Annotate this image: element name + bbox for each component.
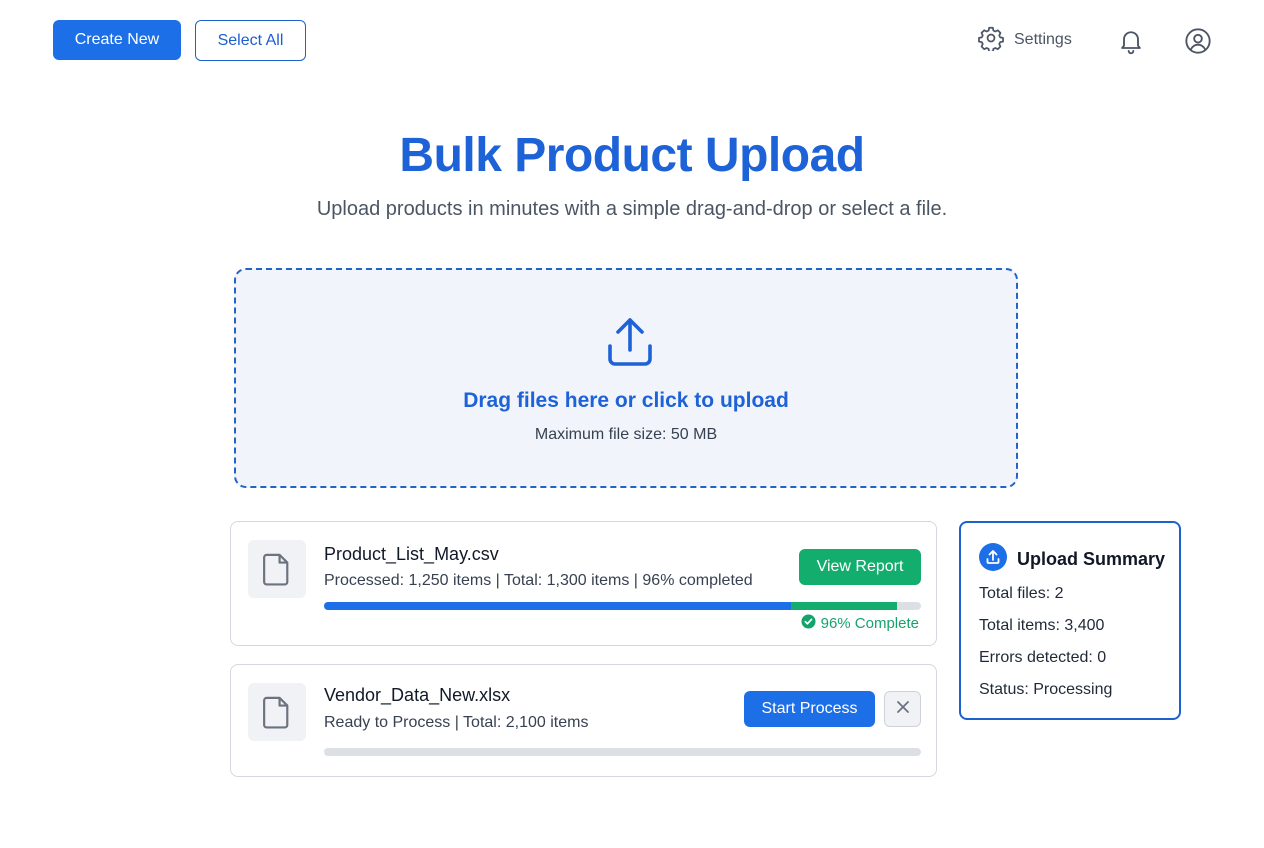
summary-title: Upload Summary [1017, 549, 1166, 569]
settings-button[interactable]: Settings [978, 26, 1072, 54]
start-process-button[interactable]: Start Process [744, 691, 875, 727]
file-meta: Ready to Process | Total: 2,100 items [324, 714, 589, 731]
summary-status: Status: Processing [979, 681, 1113, 698]
summary-total-files: Total files: 2 [979, 585, 1064, 602]
document-icon [248, 540, 306, 598]
progress-bar-fill-complete [791, 602, 898, 610]
user-profile-icon[interactable] [1184, 27, 1212, 55]
gear-icon [978, 25, 1004, 56]
summary-total-items: Total items: 3,400 [979, 617, 1105, 634]
upload-icon [600, 312, 660, 372]
progress-bar [324, 602, 921, 610]
file-name: Product_List_May.csv [324, 544, 499, 564]
file-meta: Processed: 1,250 items | Total: 1,300 it… [324, 572, 753, 589]
settings-label: Settings [1014, 31, 1072, 48]
create-new-button[interactable]: Create New [53, 20, 181, 60]
progress-bar-fill [324, 602, 792, 610]
file-card: Vendor_Data_New.xlsx Ready to Process | … [230, 664, 937, 777]
file-name: Vendor_Data_New.xlsx [324, 685, 511, 705]
select-all-button[interactable]: Select All [195, 20, 306, 61]
document-icon [248, 683, 306, 741]
summary-errors: Errors detected: 0 [979, 649, 1107, 666]
view-report-button[interactable]: View Report [799, 549, 921, 585]
dropzone-prompt: Drag files here or click to upload [463, 389, 789, 412]
upload-summary-panel: Upload Summary Total files: 2 Total item… [959, 521, 1181, 720]
close-icon [895, 699, 911, 720]
dropzone-max-size: Maximum file size: 50 MB [534, 426, 718, 443]
remove-file-button[interactable] [884, 691, 921, 727]
page-subtitle: Upload products in minutes with a simple… [316, 198, 948, 220]
progress-bar [324, 748, 921, 756]
file-dropzone[interactable]: Drag files here or click to upload Maxim… [234, 268, 1018, 488]
complete-status: 96% Complete [801, 614, 919, 633]
page-title: Bulk Product Upload [399, 129, 865, 182]
file-card: Product_List_May.csv Processed: 1,250 it… [230, 521, 937, 646]
check-circle-icon [801, 614, 816, 633]
complete-status-label: 96% Complete [820, 615, 919, 632]
upload-circle-icon [979, 543, 1007, 576]
bell-icon[interactable] [1117, 27, 1145, 55]
